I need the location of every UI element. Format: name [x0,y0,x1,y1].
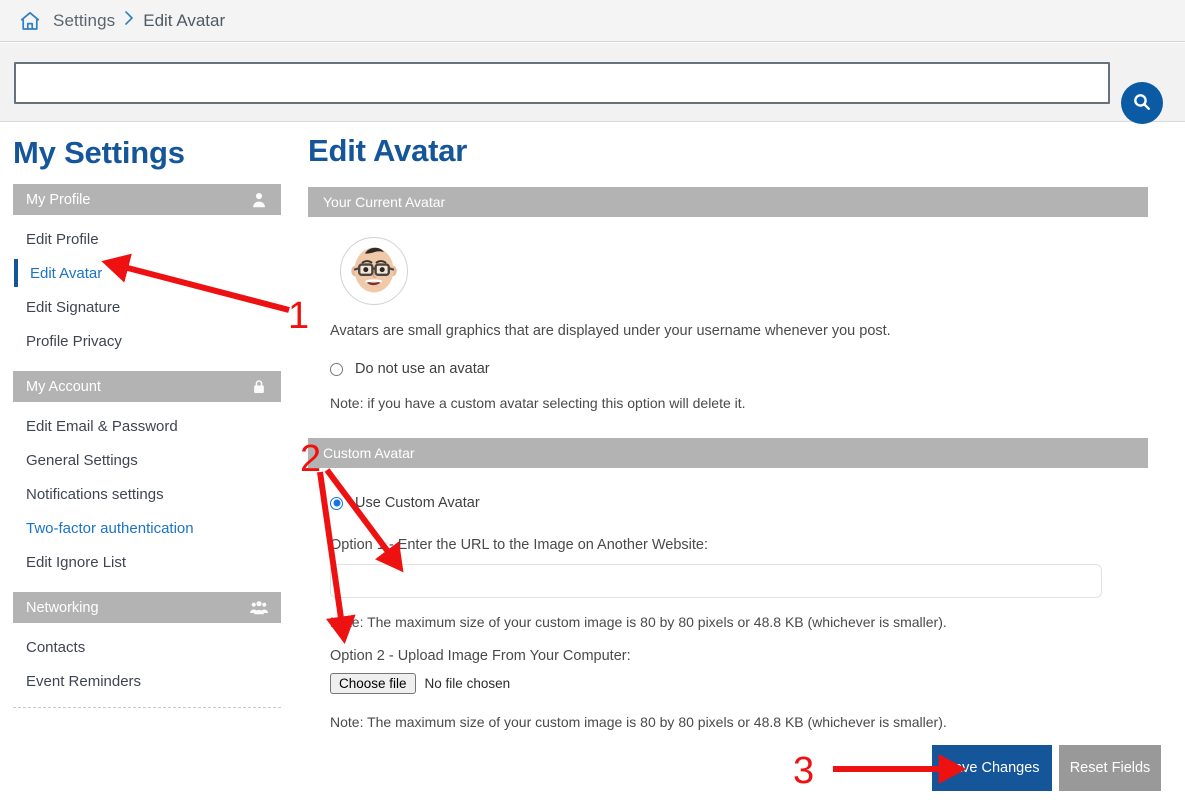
sidebar-item-label: Edit Signature [26,298,121,316]
option1-note: Note: The maximum size of your custom im… [330,614,947,630]
avatar [340,237,408,305]
page-title: Edit Avatar [308,133,468,168]
form-actions: Save Changes Reset Fields [932,745,1161,791]
sidebar-item-edit-avatar[interactable]: Edit Avatar [0,256,290,290]
avatar-url-input[interactable] [330,564,1102,598]
custom-avatar-panel-body: Use Custom Avatar Option 1 - Enter the U… [308,468,1168,730]
sidebar-item-label: Profile Privacy [26,332,122,350]
current-avatar-panel: Your Current Avatar Avatars are small gr… [308,187,1168,411]
user-icon [249,191,269,209]
save-changes-button[interactable]: Save Changes [932,745,1052,791]
sidebar-item-label: Two-factor authentication [26,519,194,537]
avatar-description: Avatars are small graphics that are disp… [330,323,891,339]
sidebar-item-general-settings[interactable]: General Settings [0,443,290,477]
lock-icon [249,378,269,396]
current-avatar-panel-body: Avatars are small graphics that are disp… [308,217,1168,411]
sidebar-item-two-factor-authentication[interactable]: Two-factor authentication [0,511,290,545]
option2-label: Option 2 - Upload Image From Your Comput… [330,648,631,664]
current-avatar-panel-header: Your Current Avatar [308,187,1148,217]
sidebar-item-edit-signature[interactable]: Edit Signature [0,290,290,324]
no-avatar-radio-label: Do not use an avatar [355,361,490,377]
sidebar-items-networking: Contacts Event Reminders [0,630,290,698]
use-custom-avatar-radio[interactable] [330,496,343,510]
main-content: Edit Avatar Your Current Avatar Avatars … [308,122,1168,730]
breadcrumb: Settings Edit Avatar [0,0,1185,42]
sidebar-item-contacts[interactable]: Contacts [0,630,290,664]
sidebar-group-header-networking: Networking [13,592,281,623]
annotation-number-3: 3 [793,750,815,792]
file-status-text: No file chosen [424,676,511,691]
sidebar-items-my-profile: Edit Profile Edit Avatar Edit Signature … [0,222,290,358]
sidebar-item-label: Edit Avatar [30,264,103,282]
choose-file-button[interactable]: Choose file [330,673,416,694]
use-custom-avatar-radio-label: Use Custom Avatar [355,495,480,511]
sidebar-item-profile-privacy[interactable]: Profile Privacy [0,324,290,358]
sidebar-item-edit-profile[interactable]: Edit Profile [0,222,290,256]
sidebar-group-networking: Networking Contacts Event Reminders [0,592,290,708]
sidebar-group-header-my-account: My Account [13,371,281,402]
sidebar-title: My Settings [13,135,185,170]
sidebar-item-label: Edit Profile [26,230,99,248]
sidebar-item-label: Contacts [26,638,86,656]
group-icon [249,599,269,617]
sidebar-item-edit-ignore-list[interactable]: Edit Ignore List [0,545,290,579]
file-upload-row: Choose file No file chosen [330,673,1168,694]
sidebar-group-header-my-profile: My Profile [13,184,281,215]
sidebar-group-my-account: My Account Edit Email & Password General… [0,371,290,579]
chevron-right-icon [124,10,134,31]
sidebar-item-notifications-settings[interactable]: Notifications settings [0,477,290,511]
breadcrumb-current: Edit Avatar [143,10,226,30]
sidebar-group-my-profile: My Profile Edit Profile Edit Avatar Edit… [0,184,290,358]
sidebar-item-event-reminders[interactable]: Event Reminders [0,664,290,698]
sidebar-item-edit-email-password[interactable]: Edit Email & Password [0,409,290,443]
custom-avatar-panel: Custom Avatar Use Custom Avatar Option 1… [308,438,1168,730]
custom-avatar-panel-header: Custom Avatar [308,438,1148,468]
sidebar-item-label: Edit Ignore List [26,553,127,571]
no-avatar-radio[interactable] [330,362,343,376]
annotation-number-1: 1 [288,295,310,337]
search-icon [1131,91,1153,116]
reset-fields-button[interactable]: Reset Fields [1059,745,1161,791]
sidebar-group-label: My Profile [26,191,91,208]
search-bar [0,43,1185,124]
edit-avatar-page: Settings Edit Avatar My Settings My Prof… [0,0,1185,800]
sidebar-group-label: Networking [26,599,99,616]
sidebar: My Settings My Profile Edit Profile Edit… [0,122,290,708]
sidebar-divider [13,707,281,708]
sidebar-item-label: Notifications settings [26,485,164,503]
search-button[interactable] [1121,82,1163,124]
option2-note: Note: The maximum size of your custom im… [330,714,947,730]
sidebar-item-label: Edit Email & Password [26,417,178,435]
sidebar-items-my-account: Edit Email & Password General Settings N… [0,409,290,579]
no-avatar-note: Note: if you have a custom avatar select… [330,395,746,411]
memoji-avatar-icon [343,238,405,304]
sidebar-group-label: My Account [26,378,101,395]
sidebar-item-label: General Settings [26,451,138,469]
no-avatar-option-row[interactable]: Do not use an avatar [330,361,1168,377]
use-custom-avatar-option-row[interactable]: Use Custom Avatar [330,495,1168,511]
option1-label: Option 1 - Enter the URL to the Image on… [330,537,709,553]
breadcrumb-root[interactable]: Settings [53,11,115,31]
home-icon[interactable] [18,9,42,33]
sidebar-item-label: Event Reminders [26,672,142,690]
search-input[interactable] [14,62,1110,104]
